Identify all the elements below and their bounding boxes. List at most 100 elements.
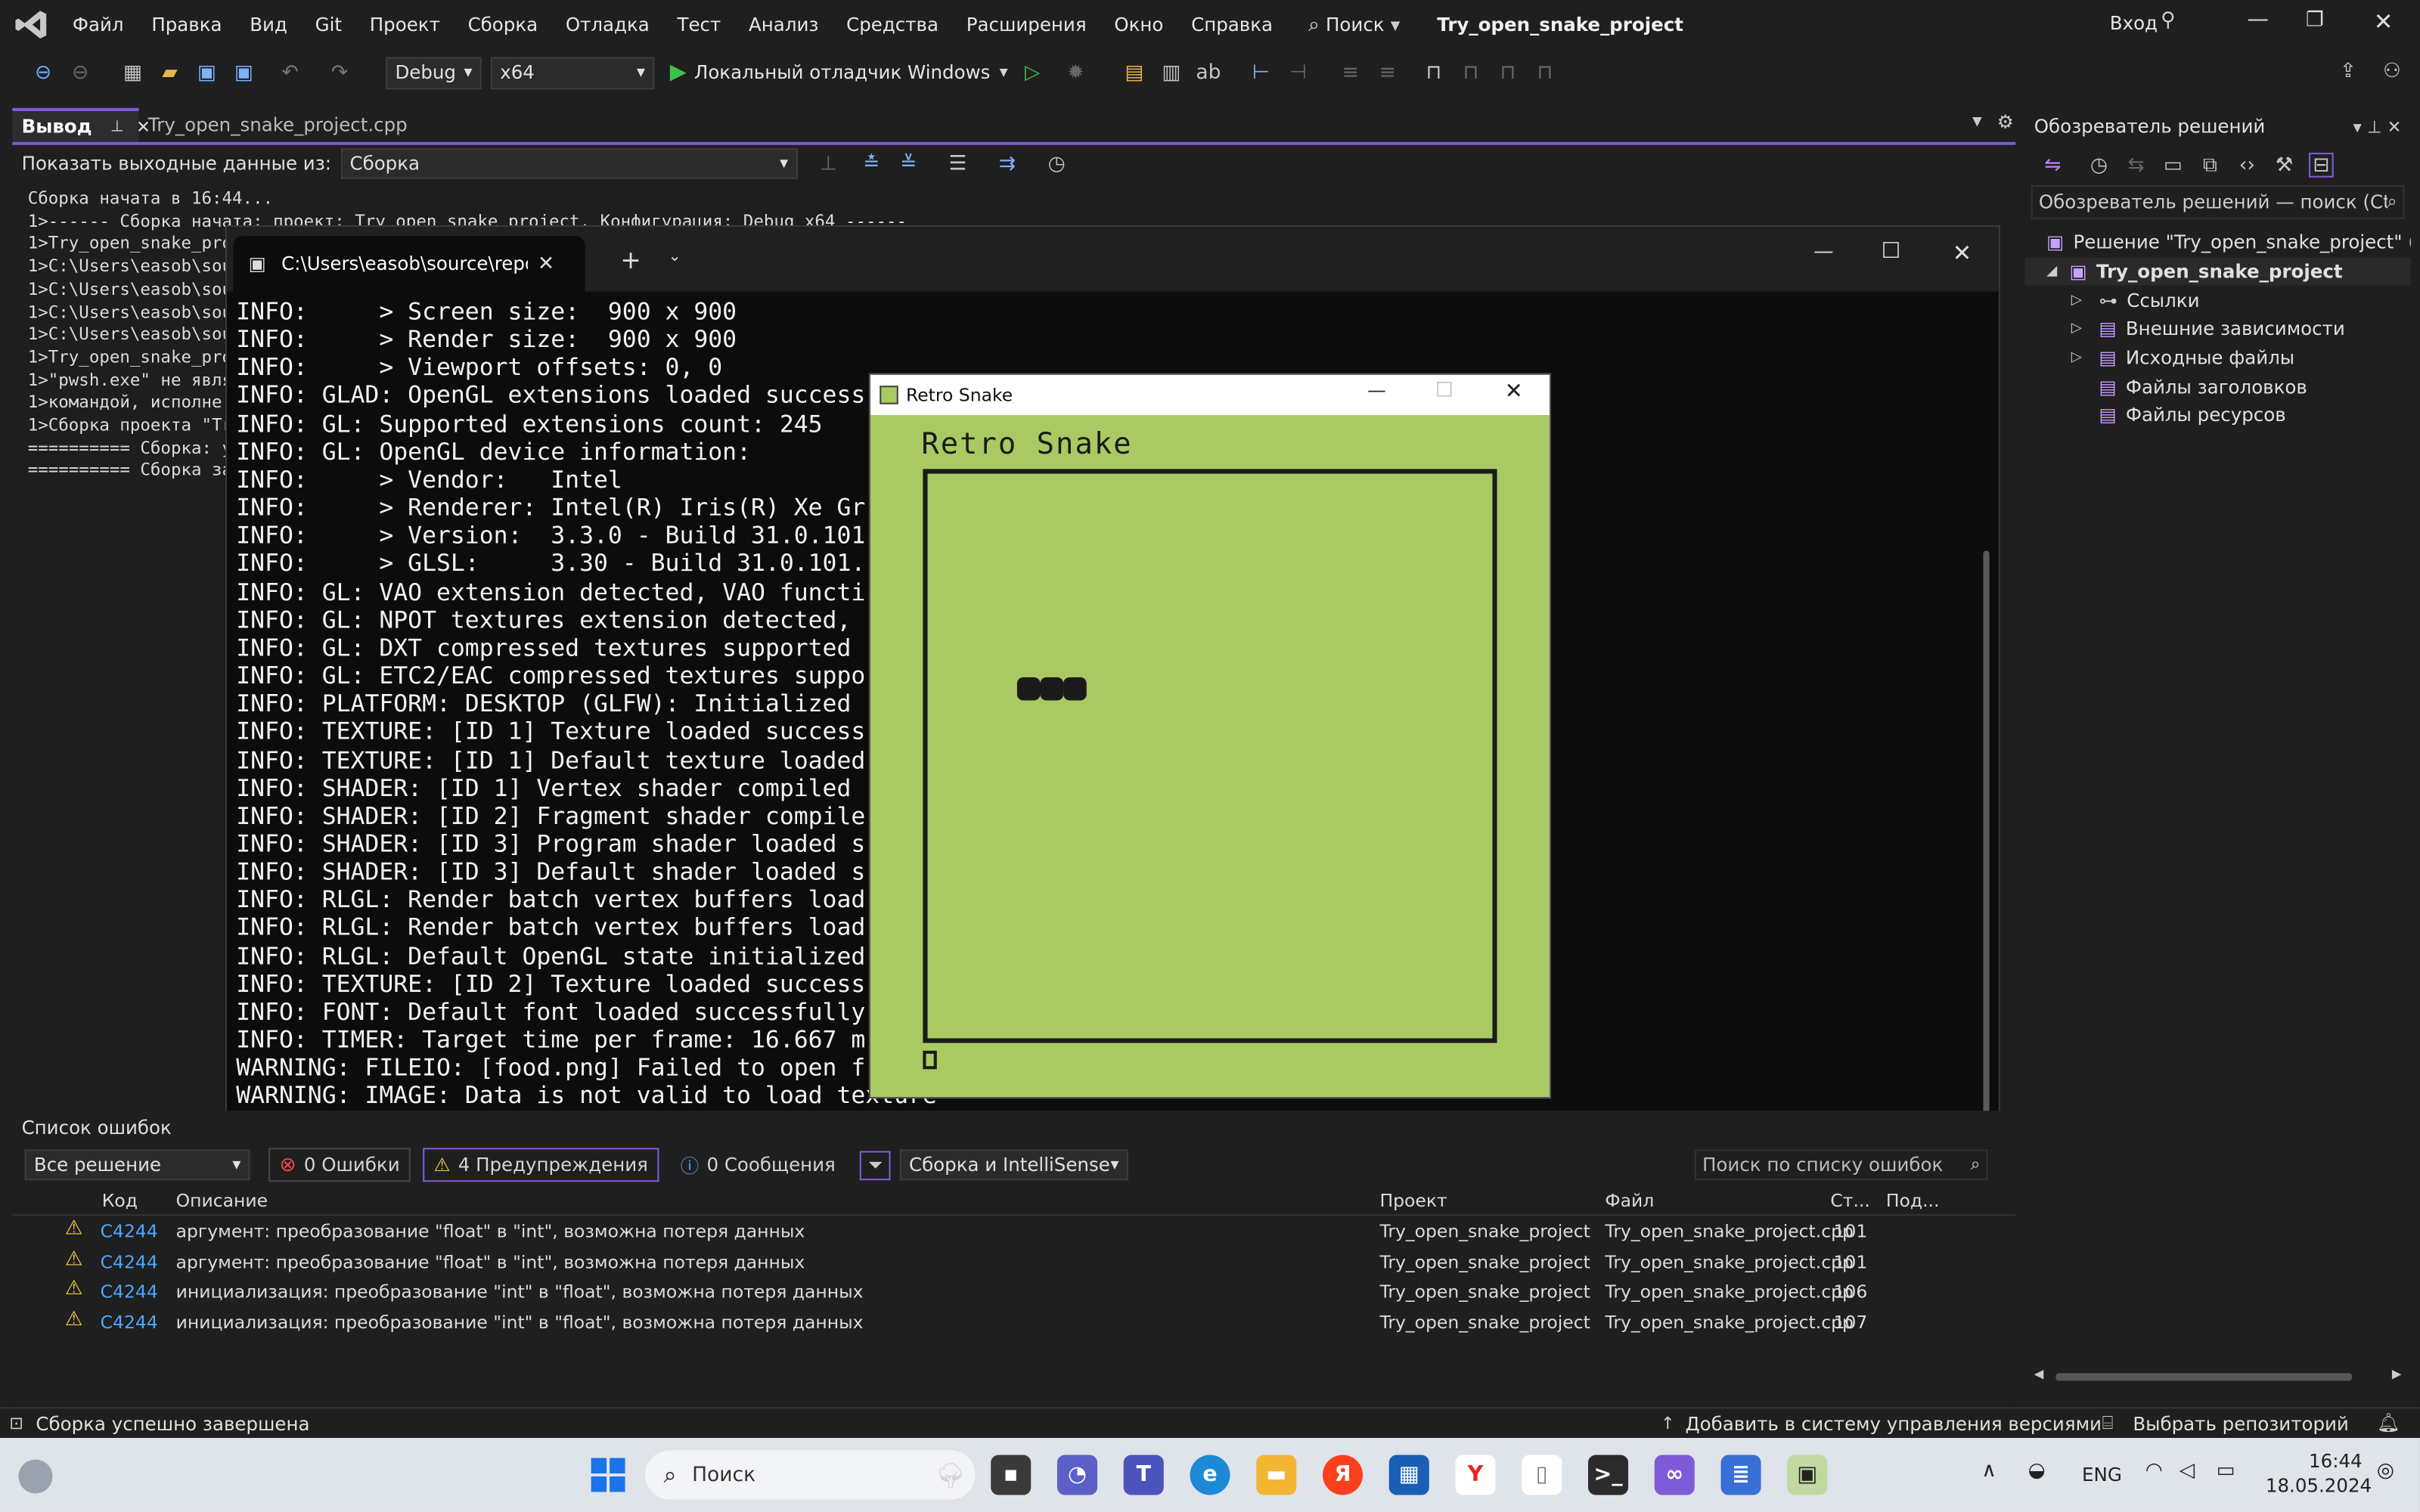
error-code[interactable]: C4244 [101, 1220, 158, 1242]
add-to-vcs-button[interactable]: Добавить в систему управления версиями [1686, 1413, 2102, 1435]
notepad-icon[interactable]: ≣ [1720, 1455, 1761, 1495]
scope-select[interactable]: Все решение ▼ [24, 1149, 250, 1181]
hot-reload-icon[interactable]: ✹ [1063, 60, 1088, 85]
back-icon[interactable]: ⊖ [31, 60, 56, 85]
outdent-icon[interactable]: ≡ [1375, 60, 1400, 85]
preview-icon[interactable]: ⊟ [2309, 153, 2334, 178]
terminal-tab[interactable]: ▣ C:\Users\easob\source\repos\ ✕ [233, 236, 585, 292]
visual-studio-icon[interactable]: ∞ [1654, 1455, 1695, 1495]
tree-item[interactable]: ▷ ▤ Внешние зависимости [2025, 314, 2411, 343]
code-icon[interactable]: ‹› [2235, 153, 2260, 178]
menu-item[interactable]: Расширения [952, 14, 1100, 36]
menu-item[interactable]: Сборка [454, 14, 551, 36]
language-indicator[interactable]: ENG [2082, 1464, 2122, 1486]
close-icon[interactable]: ✕ [538, 253, 554, 276]
wifi-icon[interactable]: ◠ [2145, 1460, 2163, 1483]
bookmark-clear-icon[interactable]: ⊓ [1532, 60, 1557, 85]
panel-controls[interactable]: ▾ ⊥ ✕ [2353, 116, 2402, 137]
sync-icon[interactable]: ⇋ [2040, 153, 2065, 178]
clock-date[interactable]: 18.05.2024 [2266, 1475, 2372, 1497]
collapse-icon[interactable]: ▭ [2161, 153, 2186, 178]
error-code[interactable]: C4244 [101, 1281, 158, 1303]
tree-item[interactable]: ▷ ▤ Исходные файлы [2025, 344, 2411, 373]
settings-icon[interactable]: ⚙ [1997, 111, 2014, 133]
next-message-icon[interactable]: ≚ [896, 151, 921, 176]
start-icon[interactable] [591, 1458, 625, 1492]
close-icon[interactable]: ✕ [2374, 8, 2394, 36]
filter-icon[interactable]: ⏷ [860, 1150, 891, 1180]
minimize-icon[interactable]: — [1813, 240, 1834, 264]
snake-app-icon[interactable]: ▣ [1787, 1455, 1828, 1495]
col-file[interactable]: Файл [1605, 1189, 1654, 1211]
col-suppression[interactable]: Под... [1886, 1189, 1940, 1211]
tab-cpp[interactable]: Try_open_snake_project.cpp [139, 108, 417, 142]
menu-item[interactable]: Правка [138, 14, 236, 36]
layout-icon[interactable]: ▥ [1159, 60, 1184, 85]
comment-icon[interactable]: ⊢ [1249, 60, 1274, 85]
tab-output[interactable]: Вывод ⊥ ✕ [12, 107, 150, 142]
timestamp-icon[interactable]: ◷ [1044, 151, 1069, 176]
table-row[interactable]: ⚠ C4244 инициализация: преобразование "int… [12, 1276, 2015, 1306]
menu-item[interactable]: Вид [236, 14, 301, 36]
menu-item[interactable]: Проект [355, 14, 454, 36]
collapsed-arrow-icon[interactable]: ▷ [2071, 293, 2099, 308]
task-view-icon[interactable]: ▪ [991, 1455, 1032, 1495]
pin-icon[interactable]: ⊥ [110, 118, 124, 135]
user-feedback-icon[interactable]: ⚲ [2161, 9, 2175, 33]
warnings-filter-button[interactable]: ⚠ 4 Предупреждения [423, 1148, 659, 1182]
notepad-file-icon[interactable]: ▯ [1522, 1455, 1562, 1495]
collapsed-arrow-icon[interactable]: ▷ [2071, 350, 2099, 365]
search-menu[interactable]: ⌕ Поиск ▼ [1308, 13, 1400, 36]
messages-filter-button[interactable]: ⓘ 0 Сообщения [671, 1148, 845, 1182]
share-icon[interactable]: ⇪ [2340, 60, 2356, 84]
snake-window[interactable]: Retro Snake — ☐ ✕ Retro Snake [868, 373, 1552, 1099]
goto-error-icon[interactable]: ⊥ [816, 151, 841, 176]
terminal-scrollbar[interactable] [1983, 550, 1990, 1138]
minimize-icon[interactable]: — [2247, 8, 2269, 33]
teams-icon[interactable]: T [1123, 1455, 1164, 1495]
tab-dropdown-icon[interactable]: ▼ [1972, 114, 1982, 128]
output-source-select[interactable]: Сборка ▼ [340, 147, 798, 179]
copilot-icon[interactable]: ⚇ [2383, 60, 2401, 84]
clear-all-icon[interactable]: ☰ [945, 151, 970, 176]
select-repo-button[interactable]: Выбрать репозиторий [2133, 1413, 2348, 1435]
redo-icon[interactable]: ↷ [327, 60, 352, 85]
notifications-icon[interactable]: 🔔︎ [2377, 1411, 2400, 1433]
errors-filter-button[interactable]: ⊗ 0 Ошибки [268, 1148, 411, 1182]
solution-hscroll[interactable]: ◀ ▶ [2031, 1367, 2405, 1385]
save-icon[interactable]: ▣ [194, 60, 219, 85]
store-icon[interactable]: ▦ [1388, 1455, 1429, 1495]
error-search-box[interactable]: Поиск по списку ошибок ⌕ [1694, 1149, 1988, 1181]
minimize-icon[interactable]: — [1367, 380, 1385, 401]
new-project-icon[interactable]: ▦ [120, 60, 145, 85]
game-canvas[interactable]: Retro Snake [870, 414, 1550, 1098]
error-code[interactable]: C4244 [101, 1250, 158, 1272]
uncomment-icon[interactable]: ⊣ [1286, 60, 1311, 85]
bookmark-next-icon[interactable]: ⊓ [1496, 60, 1521, 85]
bookmark-prev-icon[interactable]: ⊓ [1459, 60, 1484, 85]
volume-icon[interactable]: ◁ [2180, 1460, 2195, 1483]
yandex-icon[interactable]: Я [1322, 1455, 1364, 1495]
menu-item[interactable]: Анализ [735, 14, 833, 36]
pending-changes-icon[interactable]: ⇆ [2124, 153, 2149, 178]
tree-item[interactable]: ▷ ⊶ Ссылки [2025, 286, 2411, 314]
save-all-icon[interactable]: ▣ [231, 60, 256, 85]
maximize-icon[interactable]: ☐ [1435, 380, 1454, 403]
history-icon[interactable]: ◷ [2086, 153, 2111, 178]
table-row[interactable]: ⚠ C4244 аргумент: преобразование "float" в… [12, 1216, 2015, 1246]
col-line[interactable]: Ст... [1830, 1189, 1869, 1211]
start-without-debug-icon[interactable]: ▷ [1020, 60, 1045, 85]
solution-node[interactable]: ▣ Решение "Try_open_snake_project" (1 пр [2025, 228, 2411, 257]
close-icon[interactable]: ✕ [1953, 239, 1972, 267]
spell-icon[interactable]: ab [1196, 60, 1221, 85]
tray-chevron-icon[interactable]: ∧ [1981, 1460, 1996, 1483]
chevron-down-icon[interactable]: ⌄ [669, 249, 681, 265]
clock-time[interactable]: 16:44 [2309, 1450, 2363, 1472]
menu-item[interactable]: Git [301, 14, 355, 36]
menu-item[interactable]: Файл [59, 14, 138, 36]
network-app-icon[interactable]: ◒ [2028, 1460, 2046, 1483]
close-icon[interactable]: ✕ [1505, 380, 1523, 404]
undo-icon[interactable]: ↶ [278, 60, 302, 85]
menu-item[interactable]: Окно [1100, 14, 1177, 36]
prev-message-icon[interactable]: ≛ [859, 151, 884, 176]
